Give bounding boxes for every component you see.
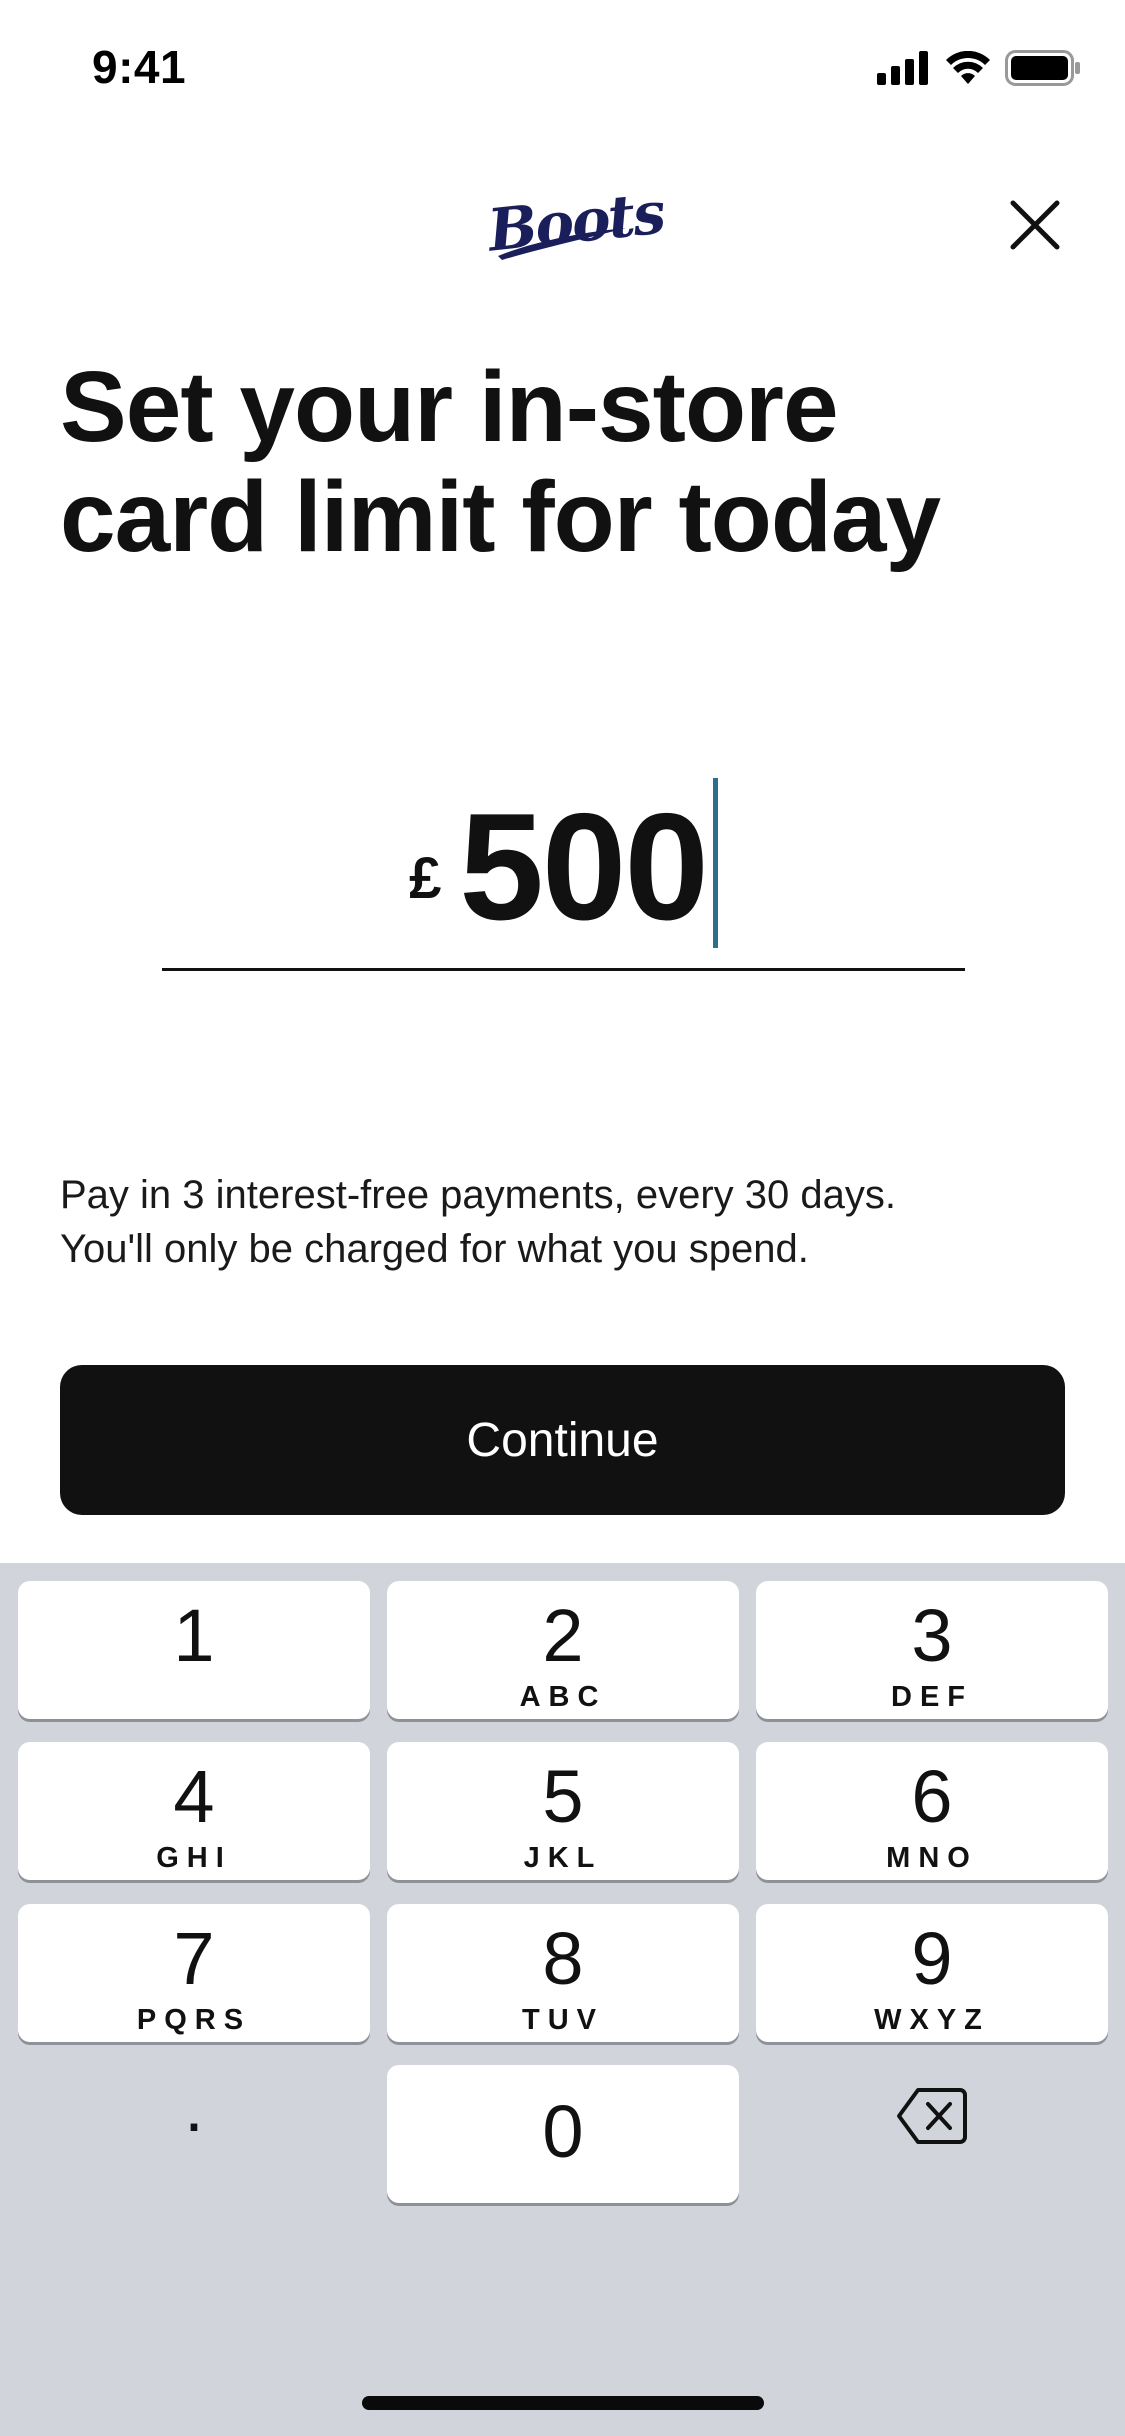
key-digit: 2 [542, 1594, 584, 1677]
key-digit: 7 [173, 1917, 215, 2000]
key-letters: GHI [156, 1842, 232, 1874]
key-digit: 0 [542, 2090, 584, 2173]
continue-button[interactable]: Continue [60, 1365, 1065, 1515]
close-button[interactable] [1000, 190, 1070, 260]
wifi-icon [945, 50, 991, 90]
status-time: 9:41 [92, 41, 187, 93]
page-title-line1: Set your in-store [60, 351, 839, 463]
key-4[interactable]: 4 GHI [18, 1742, 370, 1880]
amount-input[interactable]: £ 500 [162, 760, 965, 971]
key-0[interactable]: 0 [387, 2065, 739, 2203]
key-letters: DEF [891, 1681, 973, 1713]
key-9[interactable]: 9 WXYZ [756, 1904, 1108, 2042]
key-8[interactable]: 8 TUV [387, 1904, 739, 2042]
key-1[interactable]: 1 [18, 1581, 370, 1719]
key-letters: WXYZ [874, 2004, 990, 2036]
close-icon [1010, 200, 1060, 250]
battery-icon [1005, 50, 1081, 91]
page-title-line2: card limit for today [60, 461, 941, 573]
status-bar: 9:41 [0, 0, 1125, 135]
key-decimal[interactable]: . [18, 2047, 370, 2185]
key-letters: PQRS [136, 2004, 252, 2036]
backspace-button[interactable] [756, 2047, 1108, 2185]
key-digit: 3 [911, 1594, 953, 1677]
key-letters: TUV [522, 2004, 604, 2036]
numeric-keypad: 1 2 ABC 3 DEF 4 GHI 5 JKL 6 MNO 7 PQRS 8… [0, 1563, 1125, 2436]
payment-info: Pay in 3 interest-free payments, every 3… [60, 1168, 1070, 1276]
home-indicator [362, 2396, 764, 2410]
key-2[interactable]: 2 ABC [387, 1581, 739, 1719]
key-5[interactable]: 5 JKL [387, 1742, 739, 1880]
key-letters: JKL [523, 1842, 603, 1874]
key-digit: 8 [542, 1917, 584, 2000]
status-icons [877, 50, 1081, 91]
key-digit: 9 [911, 1917, 953, 2000]
key-6[interactable]: 6 MNO [756, 1742, 1108, 1880]
logo-swoosh-icon [498, 228, 626, 260]
key-letters: MNO [886, 1842, 978, 1874]
key-digit: 4 [173, 1755, 215, 1838]
key-digit: 6 [911, 1755, 953, 1838]
amount-value: 500 [459, 782, 709, 952]
page-title: Set your in-store card limit for today [60, 352, 1070, 572]
amount-display: £ 500 [162, 778, 965, 952]
key-7[interactable]: 7 PQRS [18, 1904, 370, 2042]
key-digit: 5 [542, 1755, 584, 1838]
cellular-signal-icon [877, 51, 931, 90]
payment-info-line1: Pay in 3 interest-free payments, every 3… [60, 1173, 896, 1217]
key-3[interactable]: 3 DEF [756, 1581, 1108, 1719]
key-digit: 1 [173, 1594, 215, 1677]
payment-info-line2: You'll only be charged for what you spen… [60, 1227, 809, 1271]
key-letters: ABC [519, 1681, 607, 1713]
currency-symbol: £ [409, 846, 442, 911]
backspace-icon [897, 2088, 967, 2144]
text-cursor [712, 778, 718, 948]
